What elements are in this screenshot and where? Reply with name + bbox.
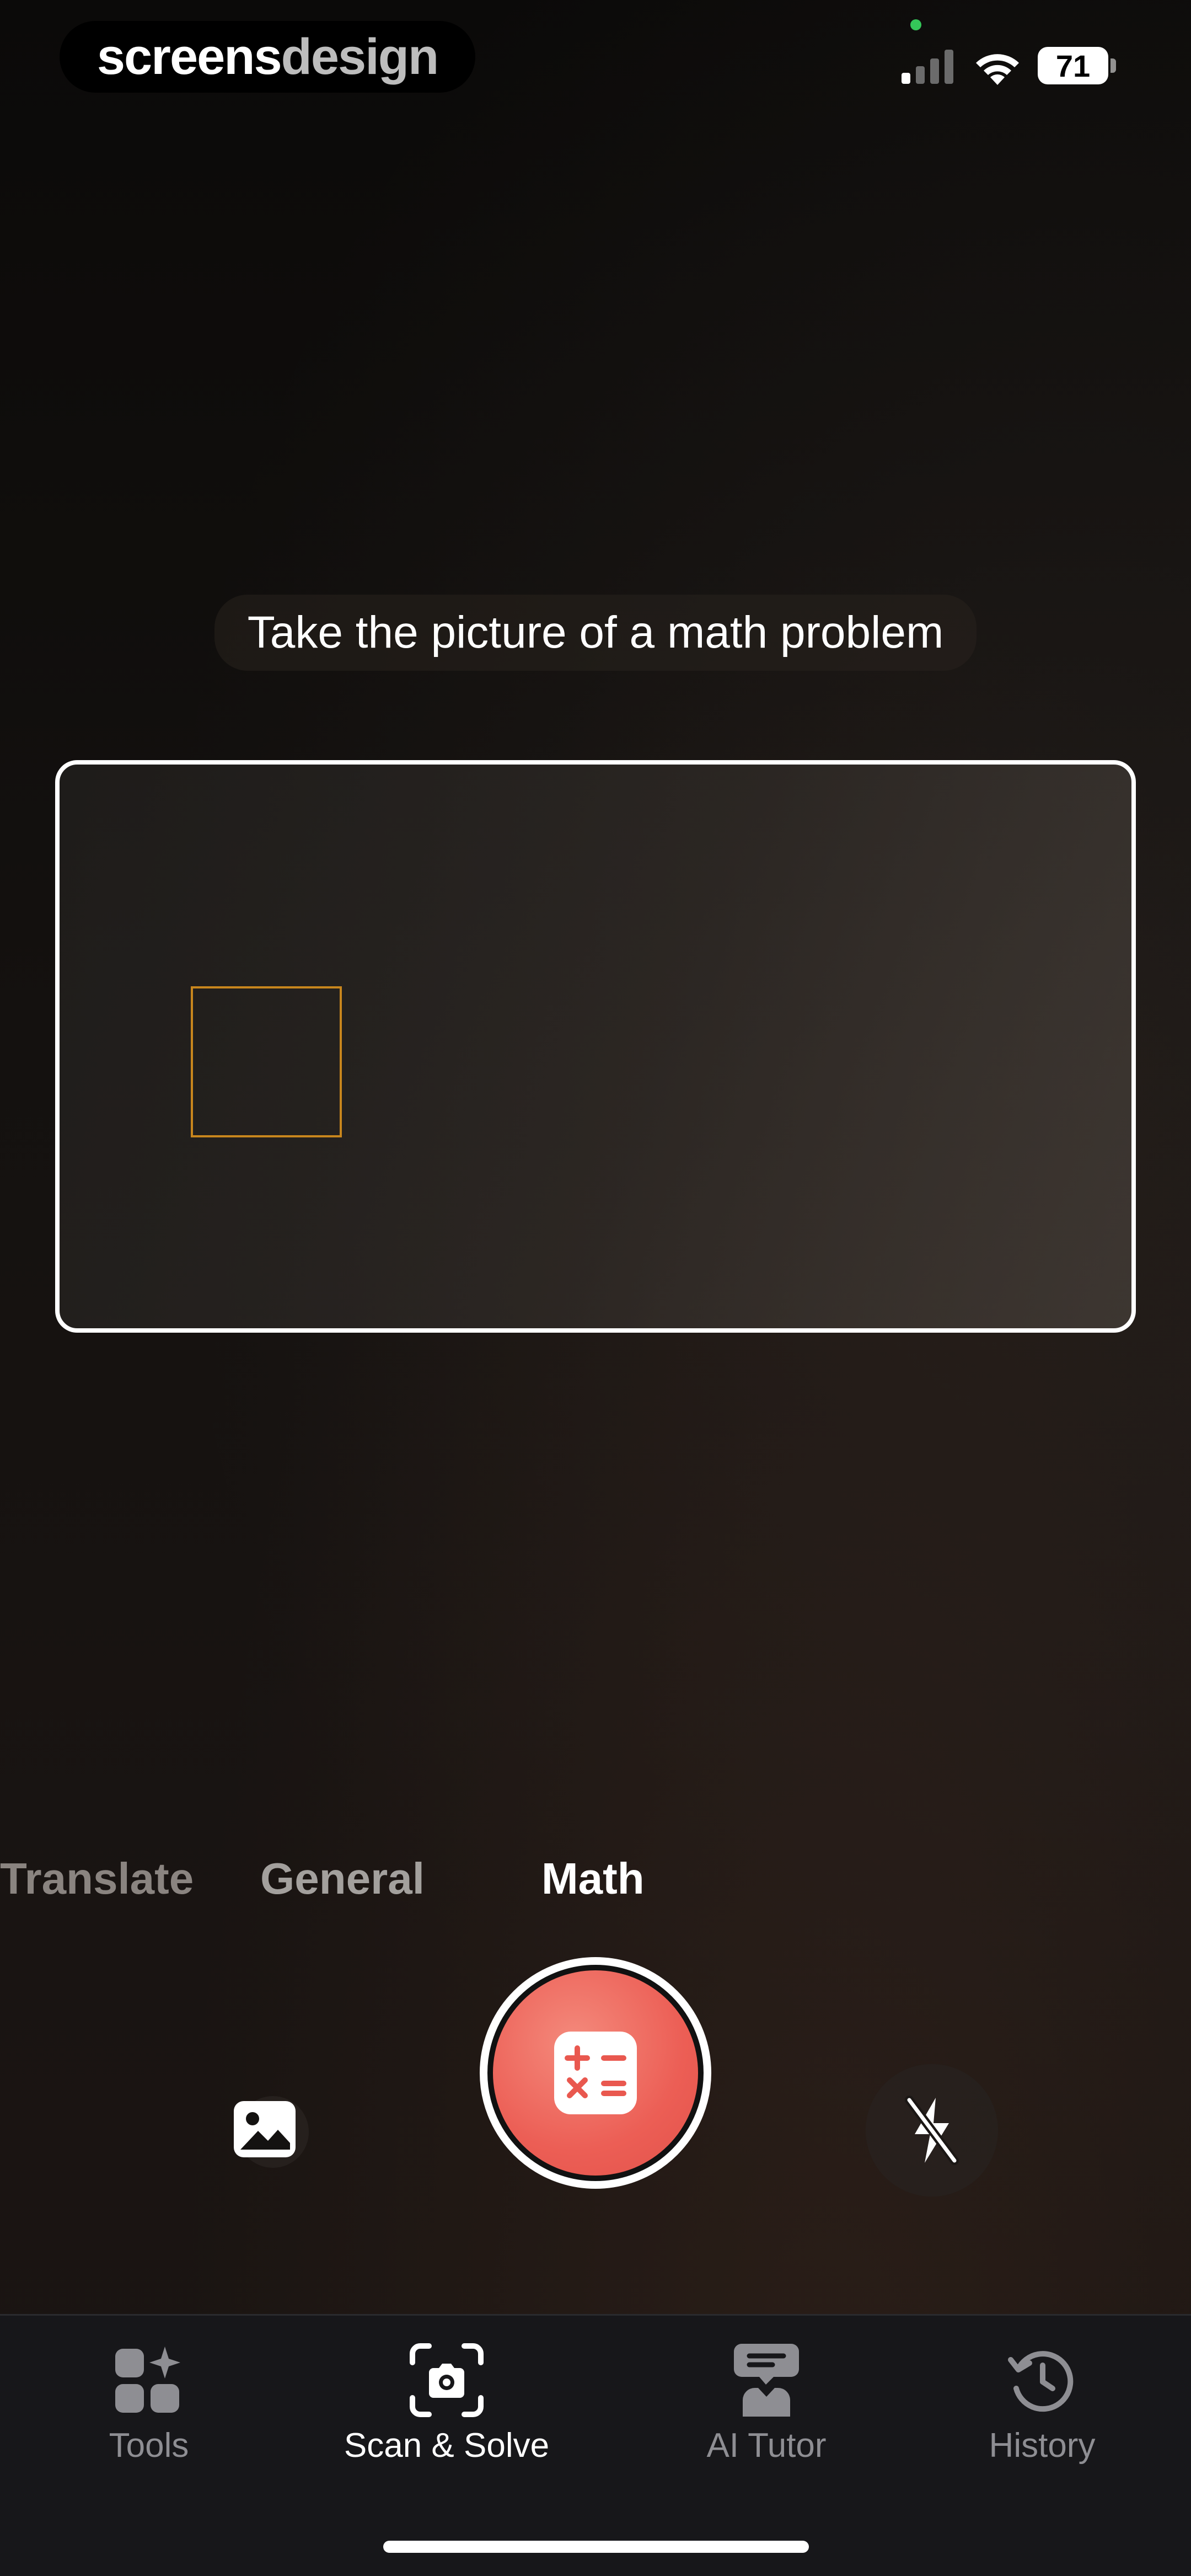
image-icon (234, 2101, 296, 2157)
tab-label: Scan & Solve (344, 2427, 550, 2465)
wifi-icon (976, 54, 1019, 85)
watermark-light: design (281, 28, 439, 85)
gallery-button[interactable] (232, 2096, 298, 2162)
tab-scan-solve[interactable]: Scan & Solve (325, 2339, 568, 2465)
tutor-icon (734, 2344, 799, 2417)
battery-icon: 71 (1038, 47, 1108, 84)
watermark-logo: screens design (60, 21, 475, 93)
home-indicator[interactable] (383, 2541, 809, 2553)
instruction-text: Take the picture of a math problem (214, 595, 977, 671)
battery-cap (1110, 58, 1116, 73)
tools-grid-icon (115, 2347, 180, 2413)
tab-label: AI Tutor (706, 2427, 827, 2465)
tab-ai-tutor[interactable]: AI Tutor (684, 2339, 849, 2465)
flash-off-icon (905, 2096, 959, 2165)
focus-indicator (191, 986, 342, 1137)
tab-label: Tools (109, 2427, 189, 2465)
instruction-banner: Take the picture of a math problem (0, 595, 1191, 671)
battery-level: 71 (1055, 48, 1091, 83)
cellular-signal-icon (902, 50, 953, 84)
flash-toggle-button[interactable] (899, 2096, 965, 2165)
mode-general[interactable]: General (260, 1853, 425, 1904)
tab-tools[interactable]: Tools (94, 2339, 204, 2465)
mode-math[interactable]: Math (541, 1853, 645, 1904)
calculator-icon (554, 2032, 637, 2114)
watermark-bold: screens (96, 28, 282, 85)
privacy-indicator-dot (910, 19, 921, 30)
camera-scan-icon (410, 2343, 484, 2417)
shutter-inner (493, 1970, 698, 2176)
shutter-button[interactable] (480, 1957, 711, 2189)
mode-translate[interactable]: Translate (0, 1853, 194, 1904)
camera-screen: screens design 71 Take the picture of a m… (0, 0, 1191, 2576)
history-icon (1008, 2351, 1074, 2412)
tab-history[interactable]: History (970, 2339, 1114, 2465)
tab-label: History (989, 2427, 1096, 2465)
